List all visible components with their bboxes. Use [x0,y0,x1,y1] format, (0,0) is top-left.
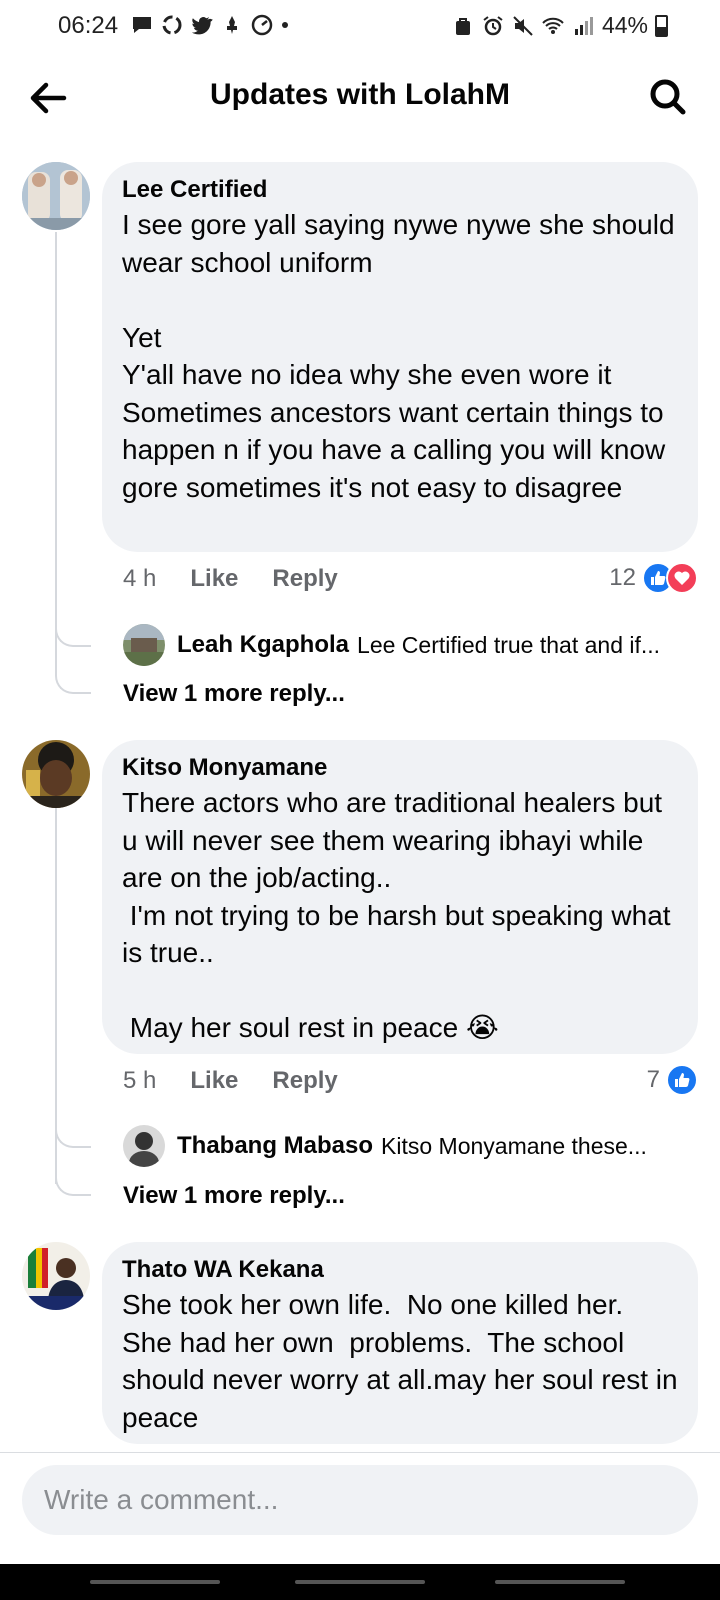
avatar-image [22,162,90,230]
comment-time[interactable]: 4 h [123,565,156,593]
thread-connector [55,1174,91,1196]
thread-connector [55,1126,91,1148]
notification-icons [131,14,289,36]
page-title: Updates with LolahM [210,78,510,111]
nav-recents-button[interactable] [90,1580,220,1584]
system-icons: 44% [452,12,648,39]
dot-icon [282,22,288,28]
thread-line [55,232,57,672]
search-button[interactable] [644,74,692,122]
comment-composer [0,1452,720,1563]
reaction-count: 12 [609,564,636,591]
view-more-replies-link[interactable]: View 1 more reply... [123,1182,345,1210]
system-navigation-bar [0,1564,720,1600]
comment-author[interactable]: Lee Certified [122,176,678,204]
mute-icon [513,15,533,36]
thread-connector [55,672,91,694]
recycle-icon [162,15,182,35]
reaction-summary[interactable]: 7 [647,1064,698,1096]
comment-author[interactable]: Thato WA Kekana [122,1256,678,1284]
lock-app-icon [455,17,470,35]
comment-actions: 5 h Like Reply [123,1067,338,1095]
reply-button[interactable]: Reply [272,1067,337,1095]
avatar-image [123,624,165,666]
twitter-icon [191,17,213,35]
nav-back-button[interactable] [495,1580,625,1584]
comment-bubble[interactable]: Thato WA Kekana She took her own life. N… [102,1242,698,1444]
like-reaction-icon [666,1064,698,1096]
alarm-icon [483,15,503,35]
like-button[interactable]: Like [190,565,238,593]
reply-author[interactable]: Leah Kgaphola [177,631,349,659]
nav-home-button[interactable] [295,1580,425,1584]
app-icon [227,16,237,34]
avatar[interactable] [123,624,165,666]
comment-text: I see gore yall saying nywe nywe she sho… [122,209,675,503]
like-button[interactable]: Like [190,1067,238,1095]
comment-text: She took her own life. No one killed her… [122,1289,686,1433]
battery-percent: 44% [601,12,648,38]
reply-preview[interactable]: Thabang Mabaso Kitso Monyamane these... [123,1125,698,1167]
battery-level-fill [657,27,666,35]
reply-preview[interactable]: Leah Kgaphola Lee Certified true that an… [123,624,698,666]
love-reaction-icon [666,562,698,594]
top-app-bar: Updates with LolahM [0,58,720,138]
comment-text: There actors who are traditional healers… [122,787,671,1043]
battery-icon [655,15,668,37]
thread-connector [55,625,91,647]
avatar-image [123,1125,165,1167]
reaction-count: 7 [646,1066,660,1093]
comment-bubble[interactable]: Kitso Monyamane There actors who are tra… [102,740,698,1054]
reaction-summary[interactable]: 12 [609,562,698,594]
comment-actions: 4 h Like Reply [123,565,338,593]
speedometer-icon [251,14,273,36]
avatar-image [22,740,90,808]
view-more-replies-link[interactable]: View 1 more reply... [123,680,345,708]
reply-button[interactable]: Reply [272,565,337,593]
reply-snippet: Kitso Monyamane these... [381,1132,647,1159]
avatar[interactable] [22,1242,90,1310]
comment-input[interactable] [22,1465,698,1535]
comment-bubble[interactable]: Lee Certified I see gore yall saying nyw… [102,162,698,552]
avatar[interactable] [123,1125,165,1167]
signal-icon [574,16,593,35]
status-time: 06:24 [58,12,119,39]
message-icon [133,17,151,33]
status-bar: 06:24 44% [0,0,720,56]
reply-author[interactable]: Thabang Mabaso [177,1132,373,1160]
avatar-image [22,1242,90,1310]
reply-snippet: Lee Certified true that and if... [357,631,661,658]
avatar[interactable] [22,740,90,808]
search-icon [650,79,686,115]
avatar[interactable] [22,162,90,230]
comment-time[interactable]: 5 h [123,1067,156,1095]
wifi-icon [542,17,564,34]
comment-author[interactable]: Kitso Monyamane [122,754,678,782]
